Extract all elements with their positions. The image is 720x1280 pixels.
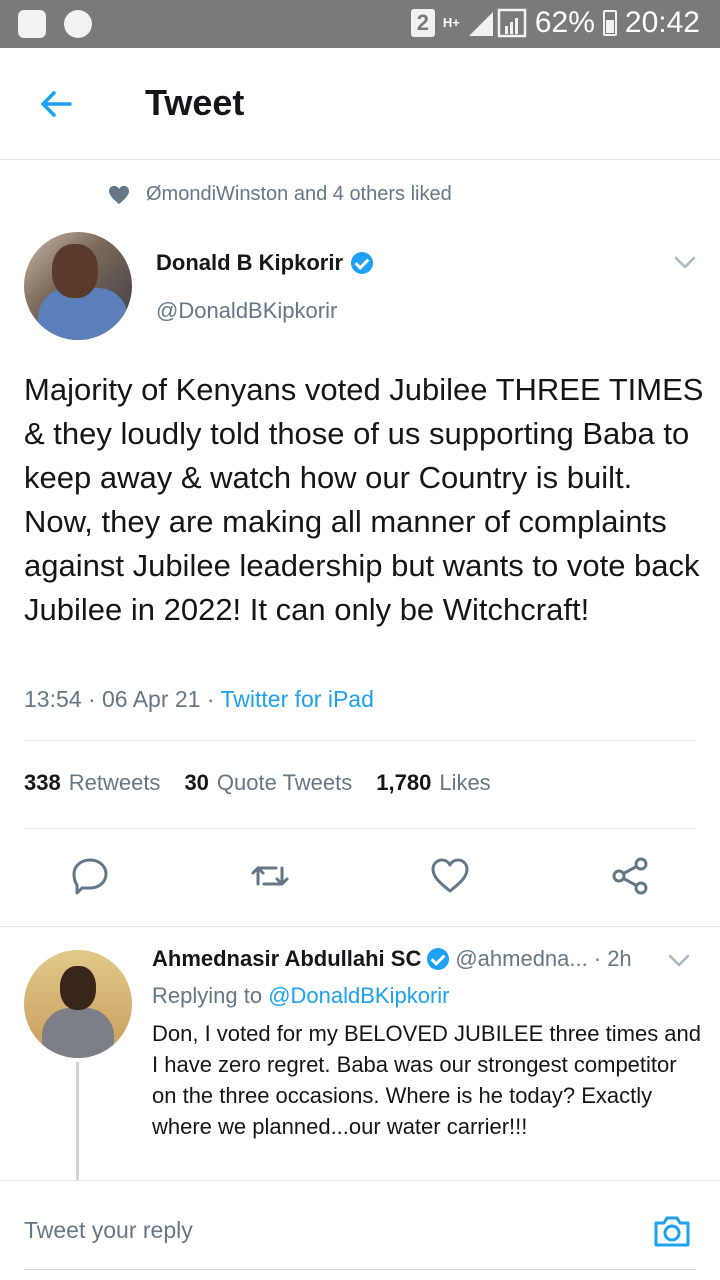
divider xyxy=(24,740,696,741)
reply-author-name: Ahmednasir Abdullahi SC xyxy=(152,946,422,971)
likes-count: 1,780 xyxy=(376,770,432,795)
tweet-text: Majority of Kenyans voted Jubilee THREE … xyxy=(24,372,704,627)
author-handle[interactable]: @DonaldBKipkorir xyxy=(156,298,337,324)
likes-label: Likes xyxy=(439,770,491,795)
share-icon[interactable] xyxy=(610,856,650,896)
reply-time: · 2h xyxy=(593,946,632,971)
chevron-down-icon[interactable] xyxy=(668,954,690,968)
reply-author-handle: @ahmedna... xyxy=(455,946,588,971)
tweet-actions xyxy=(0,856,720,900)
reply-composer: Tweet your reply xyxy=(0,1180,720,1280)
battery-icon xyxy=(602,10,617,36)
avatar-face xyxy=(60,966,96,1010)
like-icon[interactable] xyxy=(430,856,470,896)
replying-prefix: Replying to xyxy=(152,983,269,1008)
composer-underline xyxy=(24,1269,696,1270)
quotes-stat[interactable]: 30 Quote Tweets xyxy=(184,770,352,796)
retweets-stat[interactable]: 338 Retweets xyxy=(24,770,160,796)
clock: 20:42 xyxy=(624,6,700,39)
status-bar: 2 H+ 62% 20:42 xyxy=(0,0,720,48)
chevron-down-icon[interactable] xyxy=(674,256,696,270)
likes-stat[interactable]: 1,780 Likes xyxy=(376,770,490,796)
retweets-count: 338 xyxy=(24,770,61,795)
reply-input[interactable]: Tweet your reply xyxy=(24,1217,193,1244)
verified-icon xyxy=(427,948,450,970)
retweets-label: Retweets xyxy=(68,770,161,795)
replying-to: Replying to @DonaldBKipkorir xyxy=(152,983,449,1009)
heart-icon xyxy=(109,185,129,204)
avatar-face xyxy=(52,244,98,298)
author-name[interactable]: Donald B Kipkorir xyxy=(156,250,374,276)
social-context[interactable]: ØmondiWinston and 4 others liked xyxy=(108,183,452,206)
alert-icon xyxy=(64,10,92,38)
battery-percent: 62% xyxy=(534,6,595,39)
tweet-source-link[interactable]: Twitter for iPad xyxy=(221,686,374,712)
page-title: Tweet xyxy=(145,82,245,123)
tweet-timestamp: 13:54 · 06 Apr 21 · xyxy=(24,686,221,712)
status-right: 2 H+ 62% 20:42 xyxy=(410,6,700,40)
author-name-text: Donald B Kipkorir xyxy=(156,250,344,275)
divider xyxy=(24,828,696,829)
verified-icon xyxy=(351,252,374,274)
avatar-body xyxy=(42,1008,114,1058)
retweet-icon[interactable] xyxy=(250,856,290,896)
back-arrow-icon[interactable] xyxy=(36,84,76,124)
quotes-count: 30 xyxy=(184,770,209,795)
recycle-icon xyxy=(18,10,46,38)
reply-text: Don, I voted for my BELOVED JUBILEE thre… xyxy=(152,1021,702,1139)
author-avatar[interactable] xyxy=(24,232,132,340)
signal-icon xyxy=(468,8,527,38)
camera-icon[interactable] xyxy=(652,1211,692,1251)
thread-line xyxy=(76,1062,79,1180)
notification-icons xyxy=(18,10,92,38)
reply-avatar[interactable] xyxy=(24,950,132,1058)
quotes-label: Quote Tweets xyxy=(216,770,353,795)
app-header: Tweet xyxy=(0,48,720,160)
divider xyxy=(0,926,720,927)
tweet-meta: 13:54 · 06 Apr 21 · Twitter for iPad xyxy=(24,686,374,713)
tweet-stats: 338 Retweets 30 Quote Tweets 1,780 Likes xyxy=(24,770,491,796)
network-type: H+ xyxy=(442,15,460,30)
social-context-text: ØmondiWinston and 4 others liked xyxy=(146,183,452,205)
reply-header[interactable]: Ahmednasir Abdullahi SC @ahmedna... · 2h xyxy=(152,946,632,972)
replying-to-link[interactable]: @DonaldBKipkorir xyxy=(268,983,449,1008)
sim-badge: 2 xyxy=(410,9,435,37)
reply-icon[interactable] xyxy=(70,856,110,896)
